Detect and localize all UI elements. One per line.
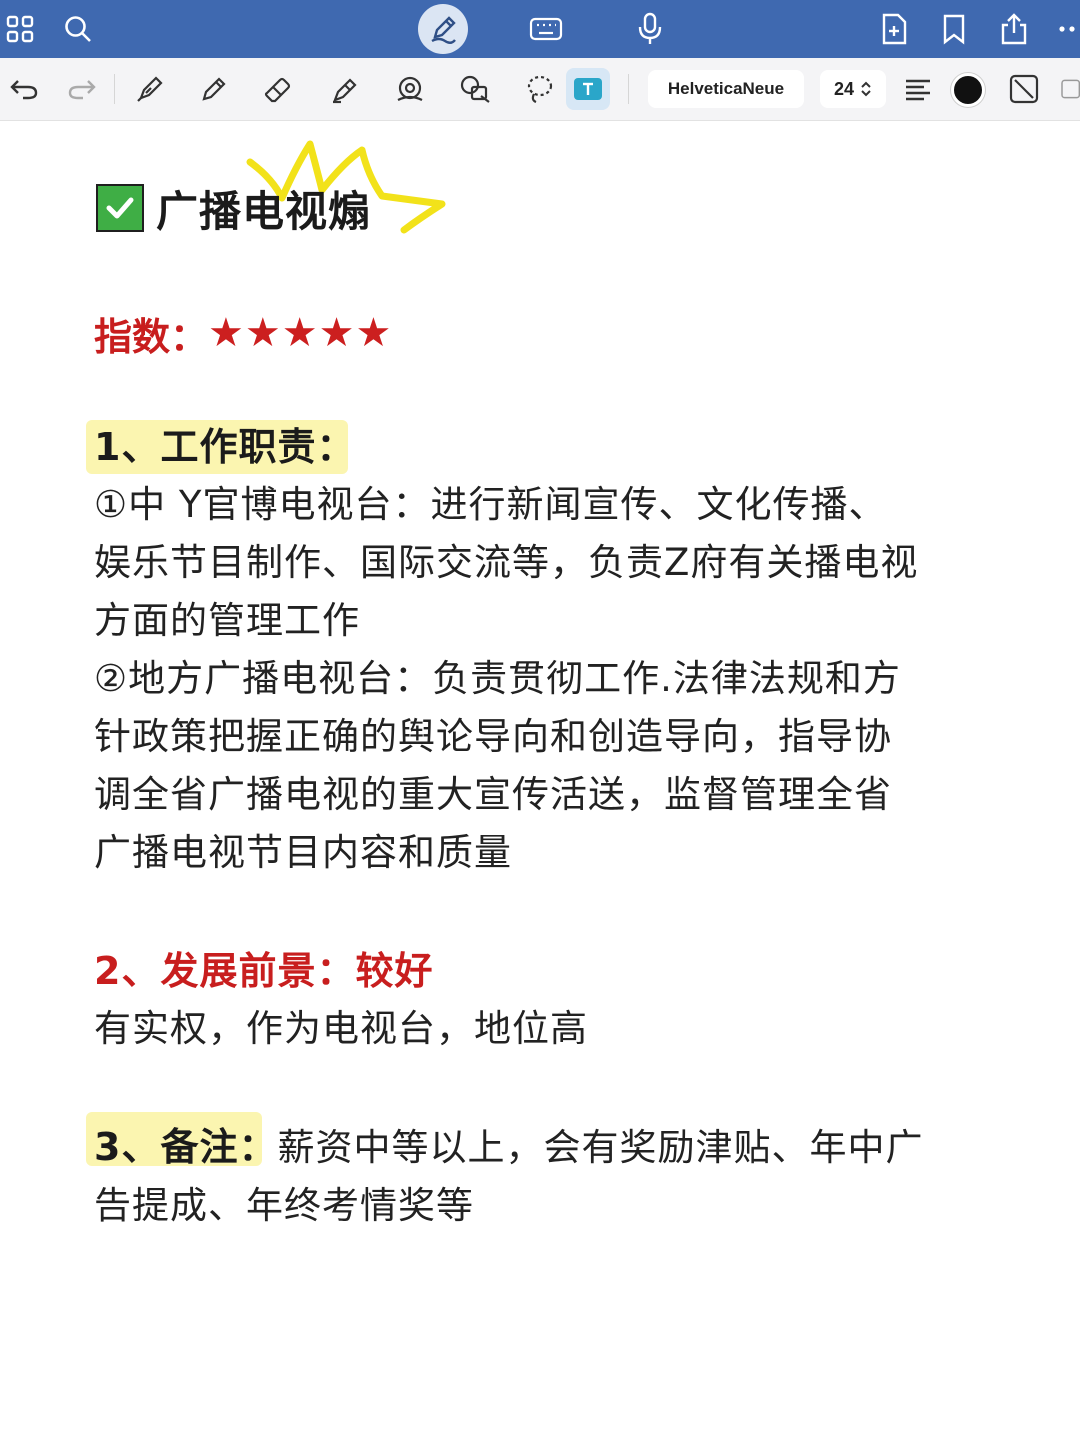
text-tool-button[interactable] — [566, 68, 610, 110]
section1: 1、工作职责： ①中 Y官博电视台：进行新闻宣传、文化传播、 娱乐节目制作、国际… — [94, 418, 1014, 882]
rating-label: 指数： — [94, 314, 209, 359]
section3-text: 薪资中等以上，会有奖励津贴、年中广 — [277, 1126, 924, 1169]
pen-icon — [431, 16, 456, 44]
section1-heading: 1、工作职责： — [94, 425, 356, 469]
lasso-icon[interactable] — [520, 58, 560, 120]
handwriting-mode-button[interactable] — [418, 4, 468, 54]
font-size-selector[interactable]: 24 — [820, 70, 886, 108]
section1-line: 广播电视节目内容和质量 — [94, 831, 512, 874]
fountain-pen-icon[interactable] — [130, 58, 170, 120]
rating-stars: ★★★★★ — [208, 310, 393, 356]
tool-bar: HelveticaNeue 24 — [0, 58, 1080, 121]
section2-line: 有实权，作为电视台，地位高 — [94, 1007, 588, 1050]
font-family-selector[interactable]: HelveticaNeue — [648, 70, 804, 108]
section3-heading: 3、备注： — [94, 1125, 278, 1169]
more-icon[interactable] — [1056, 0, 1080, 58]
microphone-icon[interactable] — [630, 0, 670, 58]
section2: 2、发展前景：较好 有实权，作为电视台，地位高 — [94, 942, 1014, 1058]
font-size-value: 24 — [833, 78, 855, 99]
text-color-swatch[interactable] — [951, 73, 985, 107]
grid-view-icon[interactable] — [2, 0, 38, 58]
section1-line: ②地方广播电视台：负责贯彻工作.法律法规和方 — [94, 657, 901, 700]
align-left-icon[interactable] — [898, 58, 938, 120]
share-icon[interactable] — [994, 0, 1034, 58]
keyboard-icon[interactable] — [524, 0, 568, 58]
section3-line: 告提成、年终考情奖等 — [94, 1184, 474, 1227]
note-canvas: 广播电视煽 指数： ★★★★★ 1、工作职责： ①中 Y官博电视台：进行新闻宣传… — [0, 120, 1080, 1443]
section3-first-line: 3、备注：薪资中等以上，会有奖励津贴、年中广 — [94, 1118, 1014, 1177]
add-page-icon[interactable] — [874, 0, 914, 58]
note-title-text: 广播电视煽 — [156, 186, 372, 236]
section2-heading: 2、发展前景：较好 — [94, 949, 434, 993]
section1-line: 针政策把握正确的舆论导向和创造导向，指导协 — [94, 715, 892, 758]
eraser-icon[interactable] — [258, 58, 298, 120]
section1-line: 娱乐节目制作、国际交流等，负责Z府有关播电视 — [94, 541, 919, 584]
text-box-icon — [574, 78, 602, 100]
app-top-bar — [0, 0, 1080, 58]
bookmark-icon[interactable] — [936, 0, 972, 58]
note-title: 广播电视煽 — [96, 178, 371, 238]
highlighter-icon[interactable] — [324, 58, 364, 120]
checkmark-icon — [96, 184, 144, 232]
pencil-icon[interactable] — [194, 58, 234, 120]
section1-line: 调全省广播电视的重大宣传活送，监督管理全省 — [94, 773, 892, 816]
more-text-options-icon[interactable] — [1060, 58, 1080, 120]
section3: 3、备注：薪资中等以上，会有奖励津贴、年中广 告提成、年终考情奖等 — [94, 1118, 1014, 1235]
toolbar-divider — [628, 74, 629, 104]
redo-icon[interactable] — [62, 58, 102, 120]
stepper-icon — [861, 81, 871, 97]
fill-color-icon[interactable] — [1004, 58, 1044, 120]
rating-row: 指数： ★★★★★ — [94, 308, 393, 359]
image-element-icon[interactable] — [454, 58, 498, 120]
section1-line: 方面的管理工作 — [94, 599, 360, 642]
toolbar-divider — [114, 74, 115, 104]
search-icon[interactable] — [58, 0, 98, 58]
section1-line: ①中 Y官博电视台：进行新闻宣传、文化传播、 — [94, 483, 887, 526]
undo-icon[interactable] — [4, 58, 44, 120]
shapes-icon[interactable] — [390, 58, 430, 120]
